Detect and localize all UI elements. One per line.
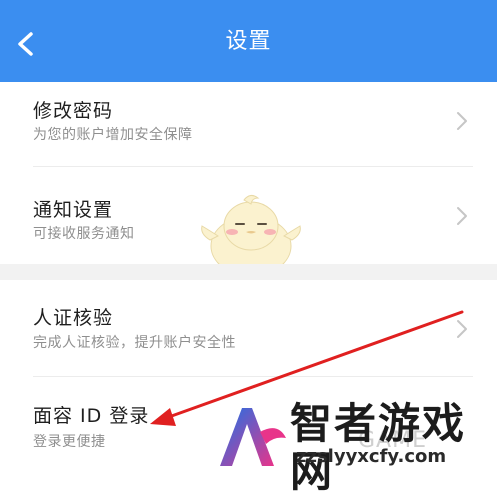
chevron-right-icon (457, 207, 467, 225)
page-title: 设置 (225, 29, 272, 54)
settings-item-title: 修改密码 (33, 100, 114, 122)
chevron-right-icon (457, 112, 467, 130)
settings-item-title: 面容 ID 登录 (33, 405, 150, 427)
settings-item-subtitle: 完成人证核验，提升账户安全性 (33, 335, 236, 351)
settings-item-change-password[interactable]: 修改密码 为您的账户增加安全保障 (0, 82, 497, 166)
settings-item-title: 通知设置 (33, 199, 114, 221)
watermark-logo-icon (220, 408, 286, 466)
settings-item-subtitle: 为您的账户增加安全保障 (33, 127, 193, 143)
chevron-right-icon (457, 320, 467, 338)
settings-item-subtitle: 登录更便捷 (33, 434, 106, 450)
section-gap (0, 264, 497, 280)
header-bar: 设置 (0, 0, 497, 82)
watermark-url: zzslyyxcfy.com (296, 446, 447, 467)
settings-item-subtitle: 可接收服务通知 (33, 226, 135, 242)
settings-item-id-verification[interactable]: 人证核验 完成人证核验，提升账户安全性 (0, 280, 497, 376)
settings-item-title: 人证核验 (33, 307, 114, 329)
